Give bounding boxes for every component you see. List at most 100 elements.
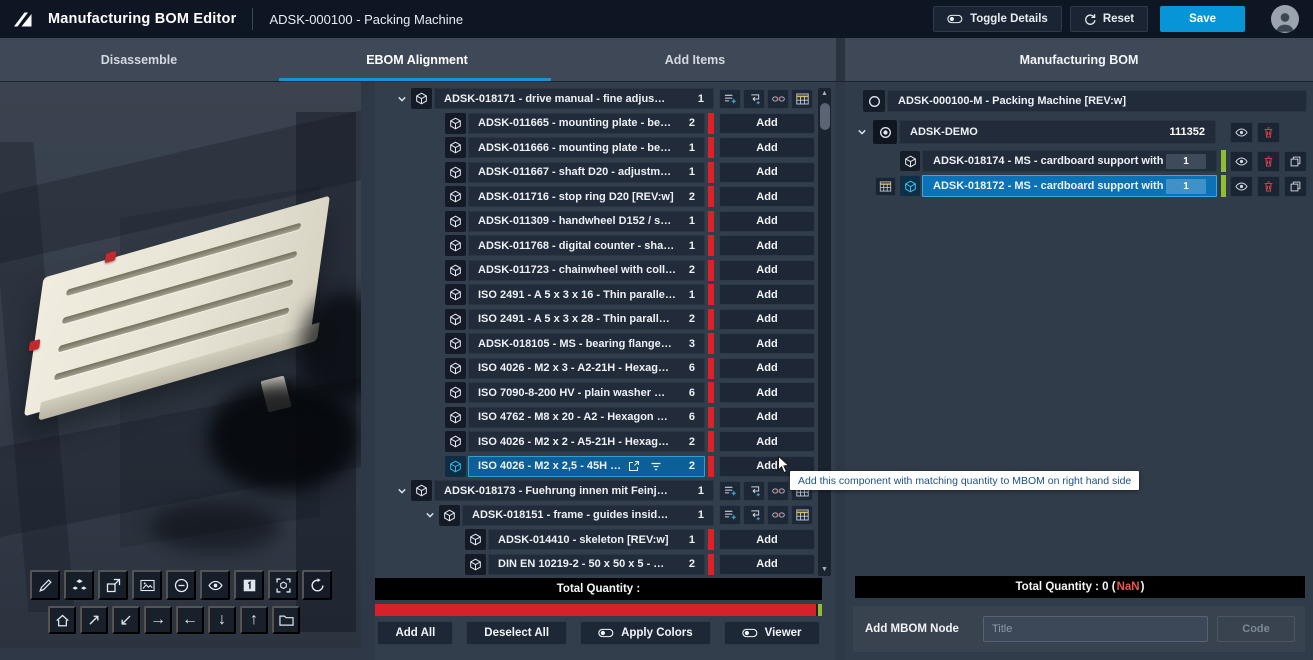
ebom-row[interactable]: ADSK-011309 - handwheel D152 / s…1Add — [375, 211, 815, 232]
add-button[interactable]: Add — [719, 162, 815, 183]
arrow-right-button[interactable]: → — [144, 606, 172, 634]
add-button[interactable]: Add — [719, 431, 815, 452]
duplicate-button[interactable] — [1284, 151, 1307, 172]
tab-add-items[interactable]: Add Items — [556, 38, 834, 81]
ebom-row[interactable]: ISO 4026 - M2 x 3 - A2-21H - Hexag…6 Add — [375, 358, 815, 379]
ebom-row-bar[interactable]: ADSK-018105 - MS - bearing flange…3 — [468, 333, 705, 354]
mbom-group-row[interactable]: ADSK-DEMO 111352 — [855, 120, 1307, 144]
ebom-row-bar[interactable]: ISO 7090-8-200 HV - plain washer …6 — [468, 382, 705, 403]
ebom-row[interactable]: ADSK-011768 - digital counter - sha…1Add — [375, 235, 815, 256]
avatar[interactable] — [1271, 5, 1299, 33]
ebom-row-bar[interactable]: ISO 2491 - A 5 x 3 x 16 - Thin paralle…1 — [468, 284, 705, 305]
mbom-item-bar[interactable]: ADSK-018172 - MS - cardboard support wit… — [922, 175, 1217, 197]
apply-colors-button[interactable]: Apply Colors — [580, 621, 711, 645]
add-button[interactable]: Add — [719, 186, 815, 207]
link-button[interactable] — [767, 505, 789, 525]
title-input[interactable] — [983, 616, 1208, 642]
arrow-up-right-button[interactable]: ↗ — [80, 606, 108, 634]
home-button[interactable] — [48, 606, 76, 634]
ebom-row[interactable]: ISO 2491 - A 5 x 3 x 28 - Thin parall…2 A… — [375, 309, 815, 330]
ebom-row-bar[interactable]: ADSK-011309 - handwheel D152 / s…1 — [468, 211, 705, 232]
ebom-row[interactable]: ADSK-011665 - mounting plate - be…2 Add — [375, 113, 815, 134]
add-button[interactable]: Add — [719, 358, 815, 379]
add-button[interactable]: Add — [719, 113, 815, 134]
arrow-down-left-button[interactable]: ↙ — [112, 606, 140, 634]
link-button[interactable] — [767, 481, 789, 501]
reset-button[interactable]: Reset — [1070, 6, 1148, 32]
mbom-root-row[interactable]: ADSK-000100-M - Packing Machine [REV:w] — [863, 90, 1307, 112]
add-to-mbom-button[interactable] — [719, 505, 741, 525]
tab-disassemble[interactable]: Disassemble — [0, 38, 278, 81]
ebom-row-bar[interactable]: ADSK-014410 - skeleton [REV:w]1 — [488, 529, 705, 550]
ebom-row[interactable]: ISO 4026 - M2 x 2,5 - 45H …2Add — [375, 456, 815, 477]
ebom-row[interactable]: DIN EN 10219-2 - 50 x 50 x 5 - …2Add — [375, 554, 815, 575]
visibility-button[interactable] — [1230, 151, 1253, 172]
add-button[interactable]: Add — [719, 137, 815, 158]
orbit-button[interactable] — [302, 570, 332, 600]
ebom-row-bar[interactable]: ADSK-011667 - shaft D20 - adjustm…1 — [468, 162, 705, 183]
measure-button[interactable] — [30, 570, 60, 600]
deselect-all-button[interactable]: Deselect All — [466, 621, 567, 645]
ebom-row[interactable]: ISO 4762 - M8 x 20 - A2 - Hexagon …6Add — [375, 407, 815, 428]
arrow-left-button[interactable]: ← — [176, 606, 204, 634]
ebom-row[interactable]: ADSK-011716 - stop ring D20 [REV:w]2 Add — [375, 186, 815, 207]
add-button[interactable]: Add — [719, 382, 815, 403]
ebom-row[interactable]: ISO 7090-8-200 HV - plain washer …6 Add — [375, 382, 815, 403]
add-button[interactable]: Add — [719, 260, 815, 281]
ebom-row[interactable]: ADSK-011666 - mounting plate - be…1 Add — [375, 137, 815, 158]
ebom-row-bar[interactable]: ISO 4026 - M2 x 2 - A5-21H - Hexag…2 — [468, 431, 705, 452]
focus-model-button[interactable] — [268, 570, 298, 600]
add-button[interactable]: Add — [719, 407, 815, 428]
isolate-one-button[interactable] — [234, 570, 264, 600]
add-button[interactable]: Add — [719, 554, 815, 575]
filter-icon[interactable] — [650, 459, 665, 473]
delete-button[interactable] — [1257, 151, 1280, 172]
screenshot-button[interactable] — [132, 570, 162, 600]
grid-button[interactable] — [875, 177, 896, 196]
ebom-row-bar[interactable]: ADSK-018173 - Fuehrung innen mit Feinj…1 — [434, 480, 714, 501]
quantity-field[interactable]: 1 — [1166, 179, 1206, 194]
scroll-down-icon[interactable]: ▼ — [818, 564, 831, 576]
ebom-row[interactable]: ADSK-018151 - frame - guides insid…1 — [375, 505, 815, 526]
quantity-field[interactable]: 1 — [1166, 154, 1206, 169]
ebom-row-bar[interactable]: ADSK-011768 - digital counter - sha…1 — [468, 235, 705, 256]
ebom-row-bar[interactable]: ADSK-011666 - mounting plate - be…1 — [468, 137, 705, 158]
add-button[interactable]: Add — [719, 284, 815, 305]
ebom-row[interactable]: ISO 2491 - A 5 x 3 x 16 - Thin paralle…1… — [375, 284, 815, 305]
add-to-mbom-button[interactable] — [719, 89, 741, 109]
add-child-button[interactable] — [743, 89, 765, 109]
mbom-item-row[interactable]: ADSK-018172 - MS - cardboard support wit… — [875, 175, 1307, 197]
chevron-down-icon[interactable] — [423, 508, 437, 522]
scrollbar-thumb[interactable] — [820, 103, 830, 130]
add-button[interactable]: Add — [719, 529, 815, 550]
add-all-button[interactable]: Add All — [377, 621, 453, 645]
ebom-row[interactable]: ISO 4026 - M2 x 2 - A5-21H - Hexag…2 Add — [375, 431, 815, 452]
external-link-icon[interactable] — [628, 459, 643, 473]
ebom-row-bar[interactable]: ISO 4026 - M2 x 2,5 - 45H …2 — [468, 456, 705, 477]
ebom-row-bar[interactable]: ISO 4026 - M2 x 3 - A2-21H - Hexag…6 — [468, 358, 705, 379]
ebom-row-bar[interactable]: ISO 2491 - A 5 x 3 x 28 - Thin parall…2 — [468, 309, 705, 330]
ebom-row[interactable]: ADSK-011667 - shaft D20 - adjustm…1 Add — [375, 162, 815, 183]
add-to-mbom-button[interactable] — [719, 481, 741, 501]
ebom-row-bar[interactable]: ADSK-011716 - stop ring D20 [REV:w]2 — [468, 186, 705, 207]
add-button[interactable]: Add — [719, 309, 815, 330]
visibility-button[interactable] — [1230, 122, 1253, 143]
scroll-up-icon[interactable]: ▲ — [818, 88, 831, 100]
ebom-row-bar[interactable]: ADSK-018171 - drive manual - fine adjus…… — [434, 88, 714, 109]
ebom-row-bar[interactable]: ADSK-011665 - mounting plate - be…2 — [468, 113, 705, 134]
add-child-button[interactable] — [743, 481, 765, 501]
add-button[interactable]: Add — [719, 333, 815, 354]
ebom-row[interactable]: ADSK-018171 - drive manual - fine adjus…… — [375, 88, 815, 109]
grid-button[interactable] — [791, 505, 813, 525]
save-button[interactable]: Save — [1160, 6, 1245, 32]
mbom-item-bar[interactable]: ADSK-018174 - MS - cardboard support wit… — [922, 150, 1217, 172]
link-button[interactable] — [767, 89, 789, 109]
ebom-row[interactable]: ADSK-018105 - MS - bearing flange…3 Add — [375, 333, 815, 354]
visibility-button[interactable] — [1230, 176, 1253, 197]
ebom-scrollbar[interactable]: ▲ ▼ — [818, 88, 831, 576]
add-child-button[interactable] — [743, 505, 765, 525]
explode-button[interactable] — [64, 570, 94, 600]
arrow-down-button[interactable]: ↓ — [208, 606, 236, 634]
chevron-down-icon[interactable] — [855, 125, 869, 139]
chevron-down-icon[interactable] — [395, 484, 409, 498]
